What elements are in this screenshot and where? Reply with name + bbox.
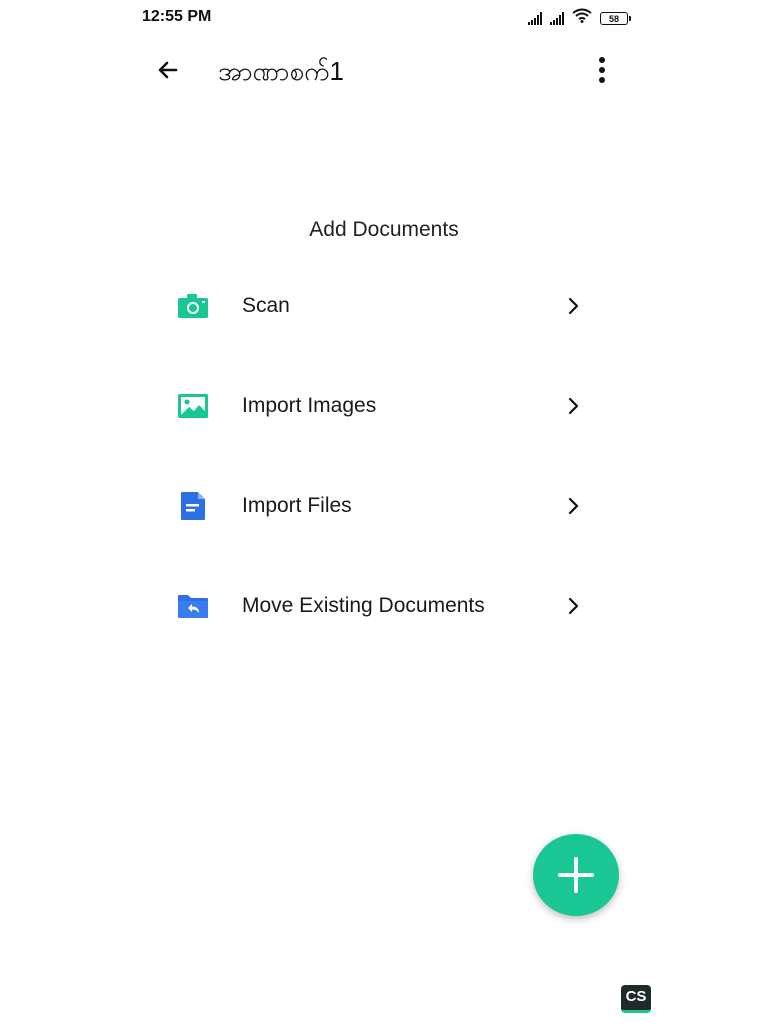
chevron-right-icon (564, 396, 584, 416)
section-title: Add Documents (309, 218, 459, 241)
page-title: အာဏာစက်1 (218, 56, 344, 86)
signal-icon (550, 11, 564, 25)
import-files-label: Import Files (242, 494, 352, 517)
import-images-label: Import Images (242, 394, 377, 417)
chevron-right-icon (564, 496, 584, 516)
app-bar: အာဏာစက်1 (0, 40, 768, 100)
signal-icon (528, 11, 542, 25)
import-images-option[interactable]: Import Images (176, 356, 596, 456)
image-icon (176, 389, 210, 423)
more-vertical-icon (599, 57, 605, 83)
back-button[interactable] (148, 52, 188, 88)
wifi-icon (572, 8, 592, 28)
status-bar: 12:55 PM 58 (0, 0, 768, 34)
plus-icon (558, 857, 594, 893)
chevron-right-icon (564, 296, 584, 316)
folder-move-icon (176, 589, 210, 623)
status-icons: 58 (528, 8, 631, 28)
camscanner-watermark: CS (621, 985, 651, 1013)
scan-option[interactable]: Scan (176, 256, 596, 356)
chevron-right-icon (564, 596, 584, 616)
add-fab-button[interactable] (533, 834, 619, 916)
document-icon (176, 489, 210, 523)
status-time: 12:55 PM (142, 8, 212, 25)
move-existing-documents-option[interactable]: Move Existing Documents (176, 556, 596, 656)
more-options-button[interactable] (584, 52, 620, 88)
arrow-left-icon (158, 61, 178, 79)
import-files-option[interactable]: Import Files (176, 456, 596, 556)
scan-label: Scan (242, 294, 290, 317)
battery-icon: 58 (600, 11, 631, 25)
move-existing-documents-label: Move Existing Documents (242, 594, 485, 617)
add-documents-menu: Scan Import Images Import Files Move Exi… (176, 256, 596, 656)
camera-icon (176, 289, 210, 323)
